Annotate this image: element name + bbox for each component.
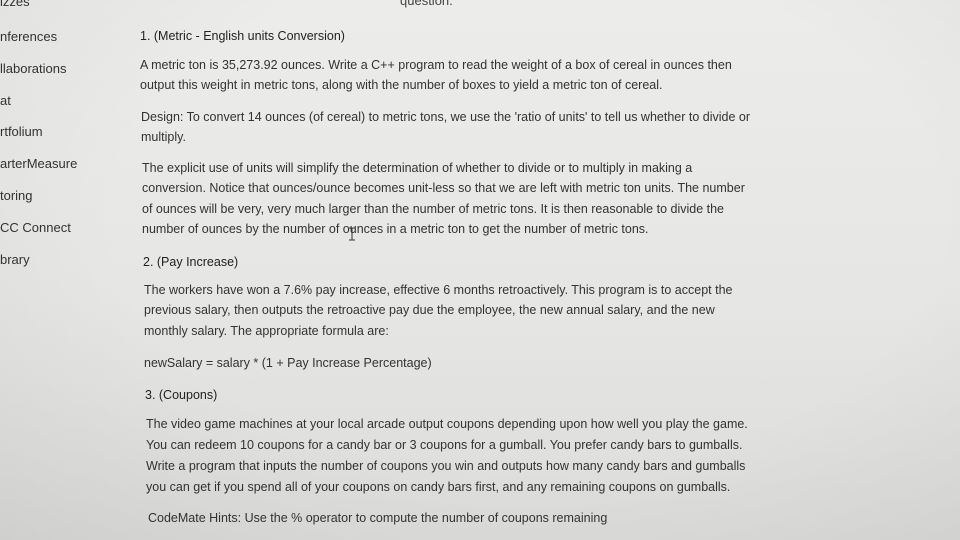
question-1-paragraph-1-line: A metric ton is 35,273.92 ounces. Write … (140, 58, 732, 72)
question-2-formula: newSalary = salary * (1 + Pay Increase P… (144, 356, 432, 370)
question-3-hint: CodeMate Hints: Use the % operator to co… (148, 511, 608, 525)
question-2-paragraph-line: previous salary, then outputs the retroa… (144, 303, 715, 317)
question-1-paragraph-3-line: number of ounces by the number of ounces… (142, 222, 649, 236)
question-3-paragraph-line: Write a program that inputs the number o… (146, 459, 746, 473)
question-3-heading: 3. (Coupons) (145, 388, 218, 402)
question-1-paragraph-2-line: Design: To convert 14 ounces (of cereal)… (141, 110, 751, 124)
question-1-heading: 1. (Metric - English units Conversion) (140, 29, 345, 43)
question-3-paragraph-line: You can redeem 10 coupons for a candy ba… (146, 438, 743, 452)
text-cursor-icon (349, 227, 355, 241)
question-2-paragraph-line: monthly salary. The appropriate formula … (144, 324, 389, 338)
question-2-heading: 2. (Pay Increase) (143, 255, 239, 269)
question-1-paragraph-2-line: multiply. (141, 130, 186, 144)
question-3-paragraph-line: you can get if you spend all of your cou… (146, 480, 731, 494)
question-1-paragraph-1-line: output this weight in metric tons, along… (140, 78, 663, 92)
screen: question. izzes nferences llaborations a… (0, 0, 960, 540)
question-2-paragraph-line: The workers have won a 7.6% pay increase… (144, 283, 733, 297)
assignment-content: 1. (Metric - English units Conversion) A… (0, 0, 960, 540)
question-1-paragraph-3-line: of ounces will be very, very much larger… (142, 202, 725, 216)
question-1-paragraph-3-line: The explicit use of units will simplify … (142, 161, 693, 175)
question-1-paragraph-3-line: conversion. Notice that ounces/ounce bec… (142, 181, 745, 195)
question-3-paragraph-line: The video game machines at your local ar… (146, 417, 748, 431)
